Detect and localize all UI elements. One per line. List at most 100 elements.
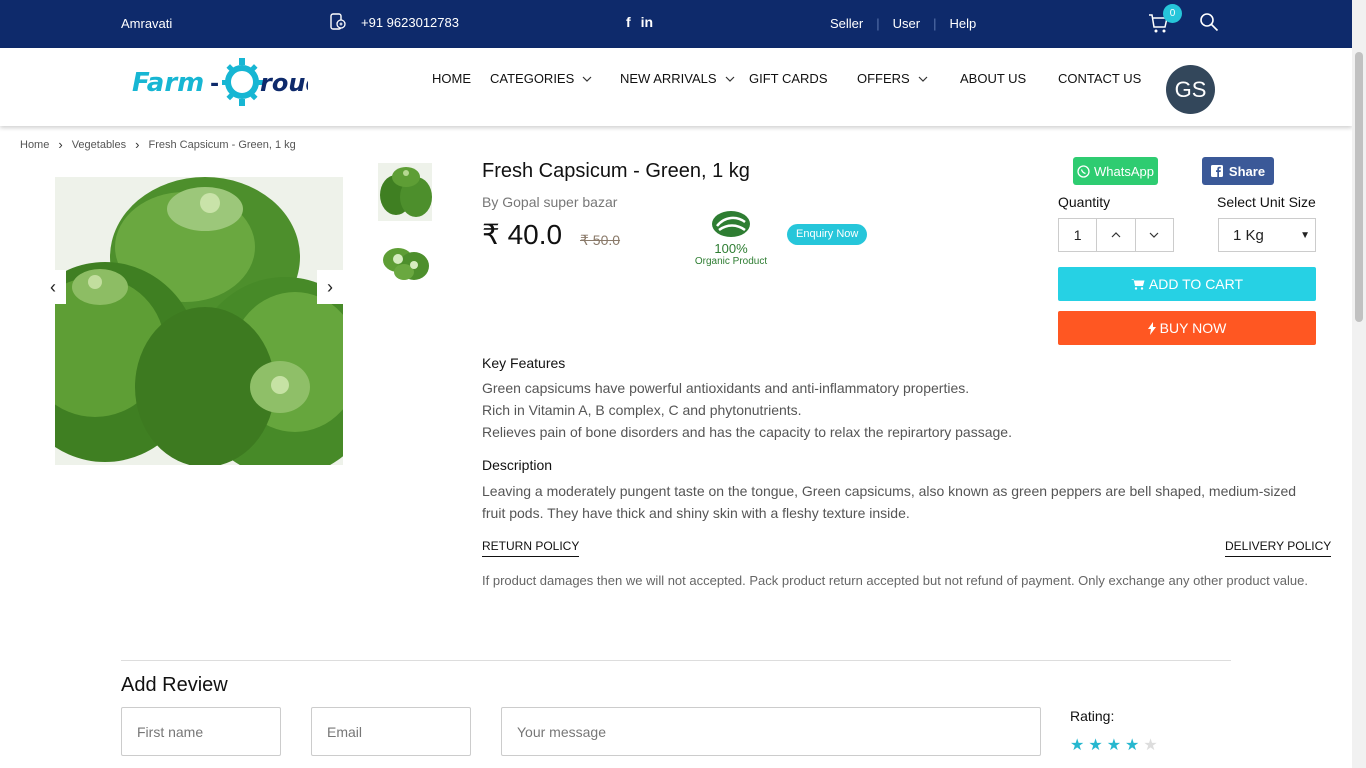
user-link[interactable]: User bbox=[893, 16, 920, 31]
star-icon[interactable]: ★ bbox=[1143, 735, 1157, 755]
unit-size-value: 1 Kg bbox=[1233, 226, 1264, 244]
breadcrumb-category[interactable]: Vegetables bbox=[72, 139, 126, 151]
lightning-icon bbox=[1147, 321, 1156, 335]
nav-home[interactable]: HOME bbox=[432, 71, 471, 86]
organic-badge: 100% Organic Product bbox=[693, 210, 769, 267]
nav-new-arrivals[interactable]: NEW ARRIVALS bbox=[620, 71, 735, 86]
facebook-icon bbox=[1210, 165, 1223, 177]
chevron-right-icon: › bbox=[135, 137, 140, 152]
chevron-up-icon bbox=[1111, 232, 1121, 238]
phone-contact[interactable]: +91 9623012783 bbox=[329, 13, 459, 31]
farmcroud-logo[interactable]: Farm - roud bbox=[130, 54, 308, 120]
location-label[interactable]: Amravati bbox=[121, 16, 172, 31]
description-text: Leaving a moderately pungent taste on th… bbox=[482, 483, 1297, 521]
original-price: ₹ 50.0 bbox=[580, 232, 621, 248]
search-icon[interactable] bbox=[1199, 12, 1219, 32]
chevron-down-icon bbox=[725, 76, 734, 82]
scrollbar-thumb[interactable] bbox=[1355, 52, 1363, 322]
share-label: Share bbox=[1228, 163, 1266, 179]
nav-contact-us-label: CONTACT US bbox=[1058, 71, 1142, 86]
list-item: Relieves pain of bone disorders and has … bbox=[482, 424, 1012, 440]
top-links: Seller | User | Help bbox=[830, 16, 976, 31]
quantity-label: Quantity bbox=[1058, 194, 1111, 210]
product-thumbnail[interactable] bbox=[378, 232, 432, 290]
nav-offers[interactable]: OFFERS bbox=[857, 71, 928, 86]
facebook-icon[interactable]: f bbox=[626, 14, 631, 30]
gallery-next-button[interactable]: › bbox=[317, 270, 343, 304]
svg-text:-: - bbox=[210, 72, 219, 97]
social-links: f in bbox=[626, 14, 653, 30]
phone-number: +91 9623012783 bbox=[361, 14, 459, 30]
whatsapp-share-button[interactable]: WhatsApp bbox=[1073, 157, 1158, 185]
user-avatar[interactable]: GS bbox=[1166, 65, 1215, 114]
quantity-decrease-button[interactable] bbox=[1136, 219, 1173, 251]
breadcrumb-current: Fresh Capsicum - Green, 1 kg bbox=[148, 138, 296, 151]
nav-new-arrivals-label: NEW ARRIVALS bbox=[620, 71, 717, 86]
help-link[interactable]: Help bbox=[949, 16, 976, 31]
star-icon[interactable]: ★ bbox=[1088, 735, 1102, 755]
nav-offers-label: OFFERS bbox=[857, 71, 910, 86]
nav-gift-cards-label: GIFT CARDS bbox=[749, 71, 828, 86]
buy-now-label: BUY NOW bbox=[1159, 320, 1227, 336]
unit-size-select[interactable]: 1 Kg ▼ bbox=[1218, 218, 1316, 252]
page-scrollbar[interactable] bbox=[1352, 0, 1366, 768]
key-features-heading: Key Features bbox=[482, 355, 566, 371]
product-title: Fresh Capsicum - Green, 1 kg bbox=[482, 160, 750, 182]
dropdown-caret-icon: ▼ bbox=[1300, 229, 1310, 241]
nav-home-label: HOME bbox=[432, 71, 471, 86]
add-to-cart-button[interactable]: ADD TO CART bbox=[1058, 267, 1316, 301]
whatsapp-label: WhatsApp bbox=[1094, 163, 1154, 179]
organic-leaf-icon bbox=[712, 211, 750, 237]
nav-gift-cards[interactable]: GIFT CARDS bbox=[749, 71, 828, 86]
seller-name[interactable]: By Gopal super bazar bbox=[482, 194, 617, 210]
seller-link[interactable]: Seller bbox=[830, 16, 863, 31]
facebook-share-button[interactable]: Share bbox=[1202, 157, 1274, 185]
main-nav: Farm - roud HOME CATEGORIES NEW ARRIVALS… bbox=[0, 48, 1352, 126]
buy-now-button[interactable]: BUY NOW bbox=[1058, 311, 1316, 345]
phone-icon bbox=[330, 13, 346, 30]
enquiry-button[interactable]: Enquiry Now bbox=[787, 224, 868, 245]
nav-about-us[interactable]: ABOUT US bbox=[960, 71, 1026, 86]
product-thumbnail[interactable] bbox=[378, 163, 432, 221]
organic-percent: 100% bbox=[714, 241, 748, 256]
nav-categories[interactable]: CATEGORIES bbox=[490, 71, 592, 86]
nav-categories-label: CATEGORIES bbox=[490, 71, 575, 86]
star-icon[interactable]: ★ bbox=[1070, 735, 1084, 755]
whatsapp-icon bbox=[1077, 164, 1090, 178]
star-icon[interactable]: ★ bbox=[1125, 735, 1139, 755]
star-icon[interactable]: ★ bbox=[1107, 735, 1121, 755]
cart-icon bbox=[1130, 279, 1145, 290]
product-main-image bbox=[55, 177, 343, 465]
divider: | bbox=[933, 16, 937, 31]
message-field[interactable]: Your message bbox=[501, 707, 1041, 756]
rating-stars: ★ ★ ★ ★ ★ bbox=[1070, 735, 1158, 755]
chevron-down-icon bbox=[918, 76, 928, 82]
breadcrumb-home[interactable]: Home bbox=[20, 139, 49, 151]
tab-delivery-policy[interactable]: DELIVERY POLICY bbox=[1225, 539, 1332, 557]
chevron-down-icon bbox=[582, 76, 592, 82]
svg-text:Farm: Farm bbox=[132, 68, 204, 98]
organic-label: Organic Product bbox=[694, 256, 768, 267]
product-price: ₹ 40.0 bbox=[482, 219, 563, 250]
quantity-stepper: 1 bbox=[1058, 218, 1174, 252]
list-item: Rich in Vitamin A, B complex, C and phyt… bbox=[482, 402, 802, 418]
rating-label: Rating: bbox=[1070, 708, 1115, 724]
chevron-right-icon: › bbox=[58, 137, 63, 152]
svg-text:roud: roud bbox=[260, 69, 308, 97]
email-field[interactable]: Email bbox=[311, 707, 471, 756]
nav-contact-us[interactable]: CONTACT US bbox=[1058, 71, 1141, 86]
breadcrumb: Home › Vegetables › Fresh Capsicum - Gre… bbox=[20, 137, 296, 152]
nav-about-us-label: ABOUT US bbox=[960, 71, 1027, 86]
description-heading: Description bbox=[482, 457, 553, 473]
top-bar: Amravati +91 9623012783 f in Seller | Us… bbox=[0, 0, 1352, 48]
policy-text: If product damages then we will not acce… bbox=[482, 573, 1308, 588]
divider: | bbox=[876, 16, 880, 31]
first-name-field[interactable]: First name bbox=[121, 707, 281, 756]
linkedin-icon[interactable]: in bbox=[641, 14, 653, 30]
list-item: Green capsicums have powerful antioxidan… bbox=[482, 380, 970, 396]
quantity-increase-button[interactable] bbox=[1097, 219, 1136, 251]
tab-return-policy[interactable]: RETURN POLICY bbox=[482, 539, 580, 557]
gallery-prev-button[interactable]: ‹ bbox=[40, 270, 66, 304]
quantity-input[interactable]: 1 bbox=[1059, 219, 1098, 251]
unit-size-label: Select Unit Size bbox=[1217, 194, 1316, 210]
